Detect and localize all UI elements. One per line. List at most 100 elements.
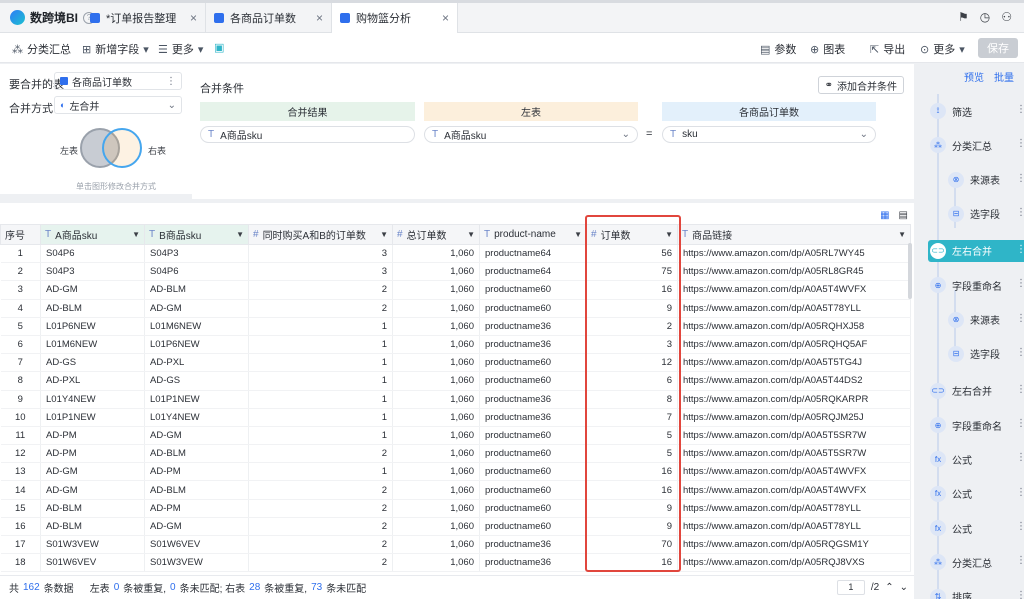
table-cell[interactable]: 16	[586, 280, 678, 300]
table-cell[interactable]: 8	[586, 390, 678, 409]
table-row[interactable]: 2 S04P3 S04P6 3 1,060 productname64 75 https://…	[0, 262, 911, 282]
table-cell[interactable]: 15	[0, 499, 41, 518]
notification-icon[interactable]: ⚑	[958, 10, 969, 24]
table-cell[interactable]: AD-PM	[40, 444, 145, 464]
table-cell[interactable]: S01W3VEW	[40, 535, 145, 555]
table-cell[interactable]: https://www.amazon.com/dp/A0A5T78YLL	[677, 499, 911, 518]
caret-down-icon[interactable]: ▼	[132, 230, 140, 239]
table-cell[interactable]: 14	[0, 480, 41, 500]
more-vertical-icon[interactable]: ⋮	[1016, 244, 1024, 255]
table-cell[interactable]: 1	[248, 462, 393, 482]
step-item[interactable]: ⇅ 排序 ⋮	[928, 586, 1024, 599]
table-cell[interactable]: 16	[586, 462, 678, 482]
more-vertical-icon[interactable]: ⋮	[1016, 347, 1024, 358]
step-item[interactable]: ⟟ 筛选 ⋮	[928, 100, 1024, 122]
vertical-scrollbar[interactable]	[908, 243, 912, 299]
more-vertical-icon[interactable]: ⋮	[1016, 418, 1024, 429]
table-cell[interactable]: productname36	[479, 390, 587, 409]
table-cell[interactable]: 9	[586, 517, 678, 537]
export-button[interactable]: ⇱ 导出	[870, 41, 905, 57]
table-cell[interactable]: https://www.amazon.com/dp/A05RQJM25J	[677, 408, 911, 427]
table-cell[interactable]: AD-PM	[144, 462, 249, 482]
table-cell[interactable]: productname36	[479, 535, 587, 555]
table-cell[interactable]: 3	[248, 244, 393, 264]
caret-down-icon[interactable]: ▼	[467, 230, 475, 239]
column-header-index[interactable]: 序号	[0, 224, 41, 245]
timer-icon[interactable]: ◷	[980, 10, 990, 24]
more-vertical-icon[interactable]: ⋮	[1016, 521, 1024, 532]
table-cell[interactable]: 13	[0, 462, 41, 482]
table-cell[interactable]: L01P1NEW	[144, 390, 249, 409]
column-header[interactable]: Tproduct-name ▼	[479, 224, 587, 245]
step-item[interactable]: ⊗ 来源表 ⋮	[946, 309, 1024, 331]
user-icon[interactable]: ⚇	[1001, 10, 1012, 24]
table-cell[interactable]: productname60	[479, 280, 587, 300]
table-cell[interactable]: AD-BLM	[40, 517, 145, 537]
table-cell[interactable]: L01P1NEW	[40, 408, 145, 427]
more-vertical-icon[interactable]: ⋮	[1016, 313, 1024, 324]
step-item[interactable]: fx 公式 ⋮	[928, 448, 1024, 470]
step-item[interactable]: ⊕ 字段重命名 ⋮	[928, 414, 1024, 436]
table-row[interactable]: 18 S01W6VEV S01W3VEW 2 1,060 productname36 16 h…	[0, 553, 911, 573]
table-cell[interactable]: L01Y4NEW	[144, 408, 249, 427]
close-icon[interactable]: ×	[316, 11, 323, 25]
more-vertical-icon[interactable]: ⋮	[1016, 555, 1024, 566]
table-cell[interactable]: https://www.amazon.com/dp/A05RL7WY45	[677, 244, 911, 264]
table-cell[interactable]: 7	[0, 353, 41, 373]
table-cell[interactable]: 2	[0, 262, 41, 282]
table-cell[interactable]: 1	[248, 317, 393, 336]
table-cell[interactable]: productname60	[479, 444, 587, 464]
step-item[interactable]: ⊗ 来源表 ⋮	[946, 169, 1024, 191]
step-item[interactable]: fx 公式 ⋮	[928, 483, 1024, 505]
table-cell[interactable]: productname36	[479, 335, 587, 355]
table-cell[interactable]: 5	[586, 444, 678, 464]
table-cell[interactable]: L01Y4NEW	[40, 390, 145, 409]
more-vertical-icon[interactable]: ⋮	[1016, 590, 1024, 599]
table-cell[interactable]: 3	[0, 280, 41, 300]
step-item[interactable]: ⊟ 选字段 ⋮	[946, 343, 1024, 365]
table-cell[interactable]: 12	[586, 353, 678, 373]
table-row[interactable]: 8 AD-PXL AD-GS 1 1,060 productname60 6 https://…	[0, 371, 911, 391]
chevron-up-icon[interactable]: ⌃	[885, 582, 893, 593]
table-cell[interactable]: 2	[586, 317, 678, 336]
table-cell[interactable]: 1,060	[392, 371, 480, 391]
column-header[interactable]: # 同时购买A和B的订单数 ▼	[248, 224, 393, 245]
table-cell[interactable]: 2	[248, 444, 393, 464]
table-cell[interactable]: 2	[248, 553, 393, 573]
table-cell[interactable]: S01W6VEV	[144, 535, 249, 555]
table-cell[interactable]: 1	[0, 244, 41, 264]
table-cell[interactable]: https://www.amazon.com/dp/A0A5T5SR7W	[677, 444, 911, 464]
table-cell[interactable]: 2	[248, 499, 393, 518]
table-cell[interactable]: https://www.amazon.com/dp/A0A5T44DS2	[677, 371, 911, 391]
table-cell[interactable]: https://www.amazon.com/dp/A0A5T4WVFX	[677, 280, 911, 300]
step-item[interactable]: fx 公式 ⋮	[928, 517, 1024, 539]
table-cell[interactable]: productname60	[479, 371, 587, 391]
more-right-button[interactable]: ⊙ 更多 ▾	[920, 41, 965, 57]
table-cell[interactable]: 1,060	[392, 262, 480, 282]
more-button[interactable]: ☰ 更多 ▾	[158, 41, 203, 57]
table-cell[interactable]: AD-GM	[40, 480, 145, 500]
table-cell[interactable]: S04P6	[40, 244, 145, 264]
table-cell[interactable]: 1	[248, 335, 393, 355]
table-cell[interactable]: 1	[248, 353, 393, 373]
step-item[interactable]: ⁂ 分类汇总 ⋮	[928, 134, 1024, 156]
more-vertical-icon[interactable]: ⋮	[1016, 138, 1024, 149]
table-row[interactable]: 6 L01M6NEW L01P6NEW 1 1,060 productname36 3 htt…	[0, 335, 911, 355]
table-cell[interactable]: 9	[586, 299, 678, 318]
chevron-down-icon[interactable]: ⌄	[900, 582, 908, 593]
table-cell[interactable]: https://www.amazon.com/dp/A05RL8GR45	[677, 262, 911, 282]
table-cell[interactable]: 75	[586, 262, 678, 282]
table-cell[interactable]: 1,060	[392, 244, 480, 264]
table-cell[interactable]: 1,060	[392, 390, 480, 409]
table-cell[interactable]: S01W6VEV	[40, 553, 145, 573]
table-row[interactable]: 10 L01P1NEW L01Y4NEW 1 1,060 productname36 7 ht…	[0, 408, 911, 427]
table-cell[interactable]: 1,060	[392, 462, 480, 482]
more-vertical-icon[interactable]: ⋮	[1016, 207, 1024, 218]
table-cell[interactable]: 12	[0, 444, 41, 464]
table-cell[interactable]: 1,060	[392, 535, 480, 555]
table-cell[interactable]: 7	[586, 408, 678, 427]
table-cell[interactable]: 1	[248, 408, 393, 427]
table-cell[interactable]: AD-PM	[144, 499, 249, 518]
caret-down-icon[interactable]: ▼	[574, 230, 582, 239]
table-cell[interactable]: 1	[248, 426, 393, 446]
